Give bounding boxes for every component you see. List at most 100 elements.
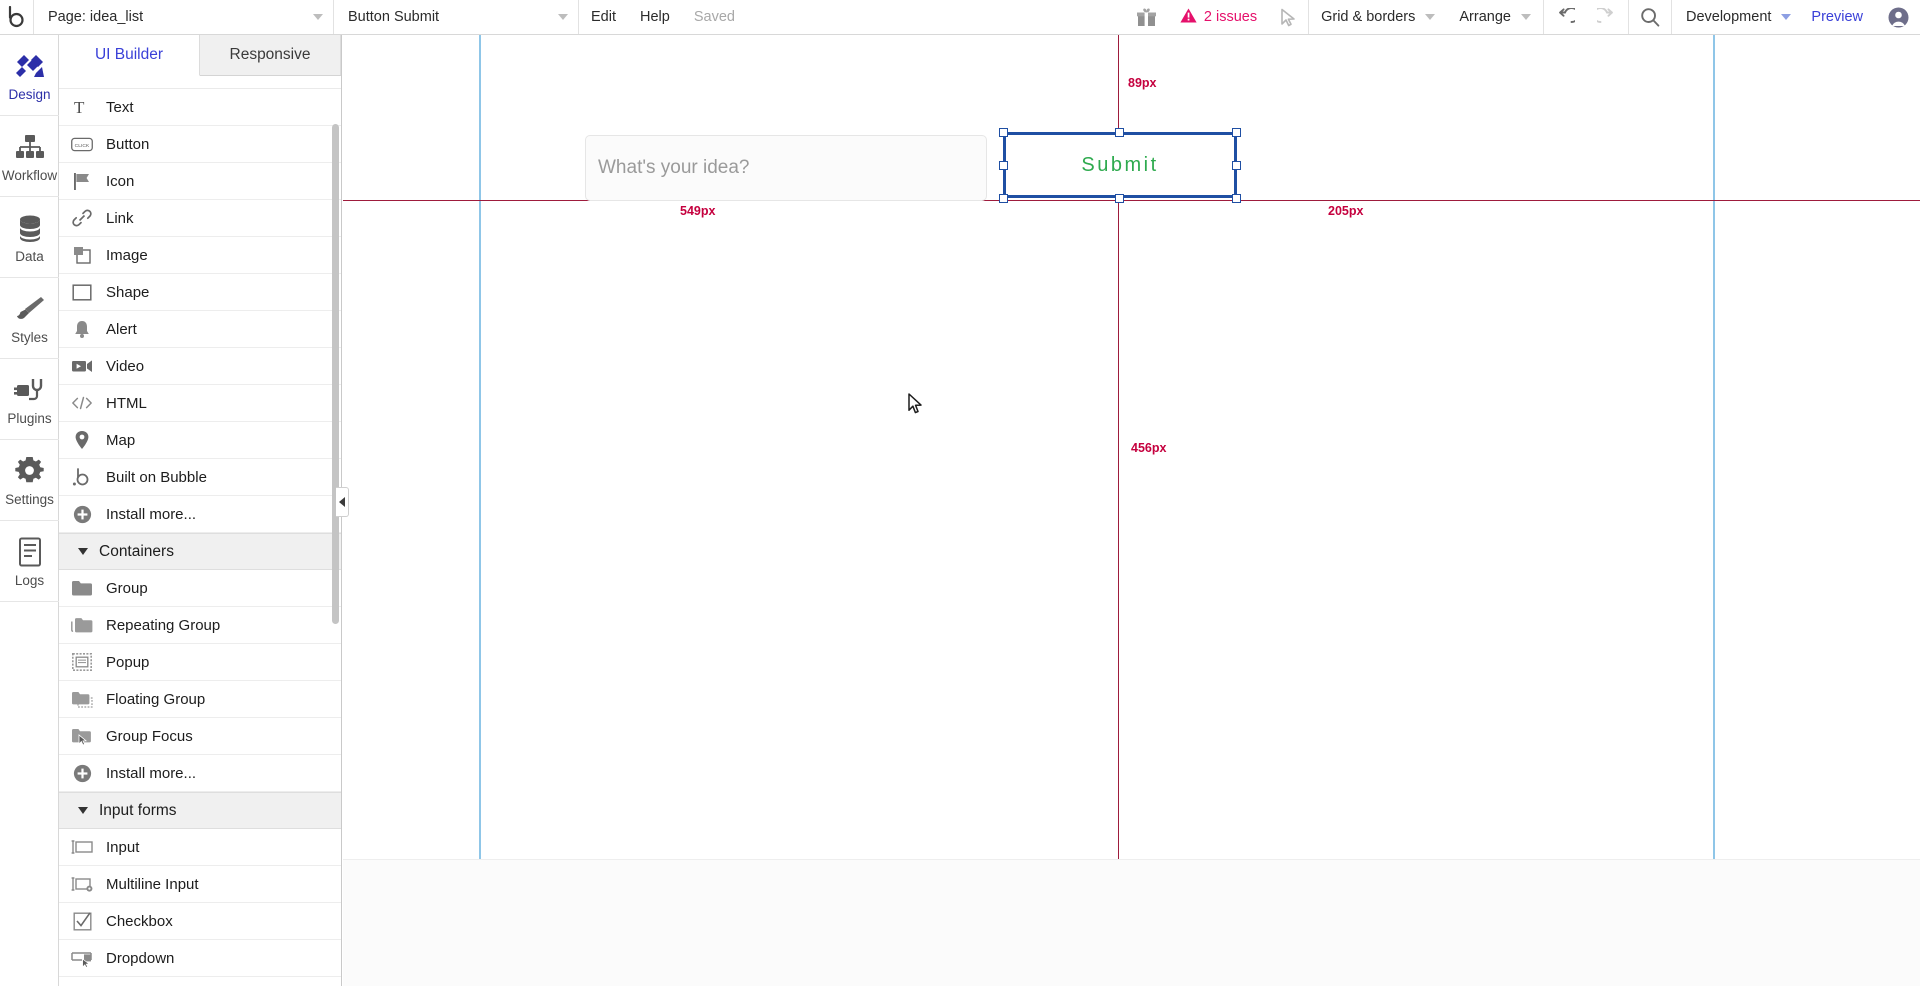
resize-handle-top-center[interactable]: [1115, 128, 1124, 137]
chevron-down-icon: [1781, 14, 1792, 20]
workflow-hierarchy-icon: [14, 130, 46, 164]
palette-group-label: Input forms: [99, 801, 177, 819]
palette-item-label: Checkbox: [106, 912, 173, 930]
link-chain-icon: [71, 207, 93, 229]
sidebar-item-label: Settings: [5, 491, 54, 507]
resize-handle-middle-left[interactable]: [999, 161, 1008, 170]
palette-item-group-focus[interactable]: Group Focus: [59, 718, 341, 755]
help-menu[interactable]: Help: [628, 0, 682, 34]
palette-item-label: Repeating Group: [106, 616, 221, 634]
page-selector[interactable]: Page: idea_list: [34, 0, 334, 34]
palette-item-link[interactable]: Link: [59, 200, 341, 237]
sidebar-item-design[interactable]: Design: [0, 35, 59, 116]
plus-circle-icon: [71, 762, 93, 784]
redo-icon[interactable]: [1586, 0, 1628, 34]
sidebar-item-data[interactable]: Data: [0, 197, 59, 278]
resize-handle-bottom-left[interactable]: [999, 194, 1008, 203]
arrange-menu[interactable]: Arrange: [1447, 0, 1543, 34]
idea-input-element[interactable]: What's your idea?: [585, 135, 987, 201]
palette-item-label: Alert: [106, 320, 137, 338]
palette-item-label: Install more...: [106, 505, 197, 523]
sidebar-item-styles[interactable]: Styles: [0, 278, 59, 359]
palette-scrollbar[interactable]: [332, 124, 339, 624]
page-selector-label: Page: idea_list: [48, 9, 144, 25]
palette-item-popup[interactable]: Popup: [59, 644, 341, 681]
gift-icon[interactable]: [1125, 0, 1168, 34]
palette-item-image[interactable]: Image: [59, 237, 341, 274]
palette-item-alert[interactable]: Alert: [59, 311, 341, 348]
submit-button-element[interactable]: Submit: [1003, 132, 1237, 198]
dropdown-icon: [71, 947, 93, 969]
palette-item-map[interactable]: Map: [59, 422, 341, 459]
issues-indicator[interactable]: 2 issues: [1168, 0, 1269, 34]
palette-group-containers[interactable]: Containers: [59, 533, 341, 570]
plus-circle-icon: [71, 503, 93, 525]
resize-handle-top-left[interactable]: [999, 128, 1008, 137]
palette-item-input[interactable]: Input: [59, 829, 341, 866]
sidebar-item-logs[interactable]: Logs: [0, 521, 59, 602]
palette-item-shape[interactable]: Shape: [59, 274, 341, 311]
bubble-logo-icon[interactable]: [0, 0, 34, 34]
plug-icon: [13, 373, 46, 407]
measure-top-label: 89px: [1128, 76, 1157, 90]
version-label: Development: [1685, 9, 1772, 25]
resize-handle-top-right[interactable]: [1232, 128, 1241, 137]
palette-item-floating-group[interactable]: Floating Group: [59, 681, 341, 718]
resize-handle-bottom-center[interactable]: [1115, 194, 1124, 203]
top-toolbar: Page: idea_list Button Submit Edit Help …: [0, 0, 1920, 35]
palette-item-label: Dropdown: [106, 949, 175, 967]
palette-item-label: Group: [106, 579, 148, 597]
palette-item-video[interactable]: Video: [59, 348, 341, 385]
palette-item-install-more-containers[interactable]: Install more...: [59, 755, 341, 792]
palette-item-repeating-group[interactable]: Repeating Group: [59, 607, 341, 644]
cursor-arrow-icon[interactable]: [1269, 0, 1308, 34]
palette-item-built-on-bubble[interactable]: Built on Bubble: [59, 459, 341, 496]
resize-handle-bottom-right[interactable]: [1232, 194, 1241, 203]
undo-icon[interactable]: [1544, 0, 1586, 34]
version-selector[interactable]: Development: [1672, 0, 1797, 34]
resize-handle-middle-right[interactable]: [1232, 161, 1241, 170]
sidebar-item-label: Plugins: [7, 410, 52, 426]
search-icon[interactable]: [1629, 0, 1671, 34]
palette-item-label: Group Focus: [106, 727, 193, 745]
panel-collapse-handle[interactable]: [336, 487, 349, 517]
user-avatar-icon[interactable]: [1877, 0, 1920, 34]
element-selector[interactable]: Button Submit: [334, 0, 579, 34]
palette-item-group[interactable]: Group: [59, 570, 341, 607]
ui-builder-panel: UI Builder Responsive T Text CLICK Butto…: [59, 35, 342, 986]
palette-item-multiline-input[interactable]: Multiline Input: [59, 866, 341, 903]
image-icon: [71, 244, 93, 266]
folder-icon: [71, 577, 93, 599]
edit-menu[interactable]: Edit: [579, 0, 628, 34]
preview-button[interactable]: Preview: [1797, 0, 1877, 34]
palette-item-html[interactable]: HTML: [59, 385, 341, 422]
svg-text:CLICK: CLICK: [75, 143, 90, 149]
palette-item-icon[interactable]: Icon: [59, 163, 341, 200]
palette-item-dropdown[interactable]: Dropdown: [59, 940, 341, 977]
palette-item-label: Text: [106, 98, 134, 116]
idea-input-placeholder: What's your idea?: [598, 157, 750, 178]
design-canvas[interactable]: 89px 549px 205px 456px What's your idea?…: [343, 35, 1920, 986]
sidebar-item-plugins[interactable]: Plugins: [0, 359, 59, 440]
canvas-below-page-area: [343, 859, 1920, 986]
grid-borders-menu[interactable]: Grid & borders: [1309, 0, 1447, 34]
design-pencil-ruler-icon: [13, 49, 47, 83]
palette-item-button[interactable]: CLICK Button: [59, 126, 341, 163]
palette-item-text[interactable]: T Text: [59, 89, 341, 126]
palette-group-input-forms[interactable]: Input forms: [59, 792, 341, 829]
page-edge-right: [1713, 35, 1715, 859]
palette-item-checkbox[interactable]: Checkbox: [59, 903, 341, 940]
sidebar-item-workflow[interactable]: Workflow: [0, 116, 59, 197]
multiline-input-icon: [71, 873, 93, 895]
tab-responsive[interactable]: Responsive: [200, 35, 341, 75]
palette-item-install-more-elements[interactable]: Install more...: [59, 496, 341, 533]
sidebar-item-settings[interactable]: Settings: [0, 440, 59, 521]
sidebar-item-label: Styles: [11, 329, 48, 345]
tab-ui-builder[interactable]: UI Builder: [59, 35, 200, 76]
palette-item-label: Multiline Input: [106, 875, 199, 893]
chevron-down-icon: [1520, 14, 1531, 20]
chevron-down-icon: [558, 14, 568, 20]
palette-group-label: Containers: [99, 542, 174, 560]
palette-item-label: Shape: [106, 283, 150, 301]
